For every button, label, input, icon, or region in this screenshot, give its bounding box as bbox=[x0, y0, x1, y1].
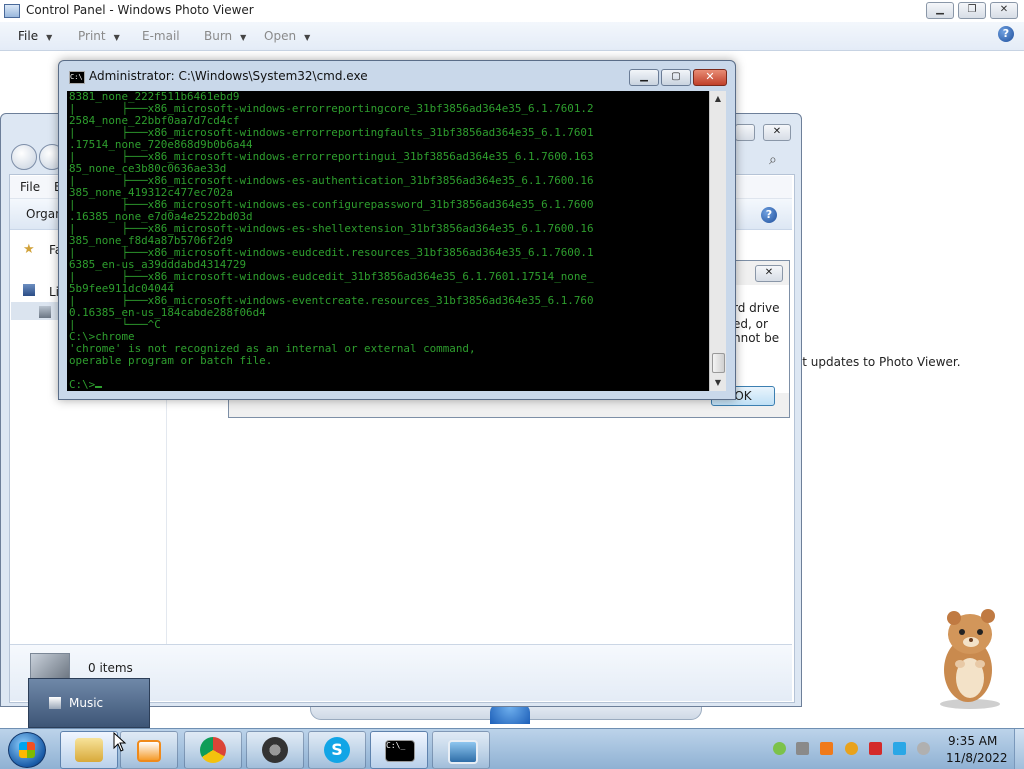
dialog-text-line-2: ed, or bbox=[733, 317, 768, 331]
cmd-close-button[interactable]: ✕ bbox=[693, 69, 727, 86]
back-icon[interactable] bbox=[11, 144, 37, 170]
folder-icon bbox=[75, 738, 103, 762]
menu-print-label: Print bbox=[78, 29, 106, 43]
hamster-gadget-icon bbox=[940, 609, 1000, 709]
clock-date[interactable]: 11/8/2022 bbox=[946, 751, 1008, 765]
music-icon bbox=[49, 697, 61, 709]
music-taskbar-thumbnail[interactable]: Music bbox=[28, 678, 150, 728]
cmd-cursor bbox=[95, 386, 103, 388]
cmd-scrollbar[interactable]: ▲ ▼ bbox=[709, 91, 726, 391]
photo-viewer-app-icon bbox=[4, 4, 20, 18]
explorer-maximize-button[interactable] bbox=[735, 124, 755, 141]
menu-open[interactable]: Open ▼ bbox=[264, 29, 310, 43]
chevron-down-icon: ▼ bbox=[240, 33, 247, 42]
photo-viewer-close-button[interactable]: ✕ bbox=[990, 2, 1018, 19]
photo-viewer-title: Control Panel - Windows Photo Viewer bbox=[26, 3, 254, 17]
explorer-menu-file[interactable]: File bbox=[20, 180, 40, 194]
tray-search-icon[interactable] bbox=[845, 742, 858, 755]
music-thumbnail-label: Music bbox=[69, 696, 104, 710]
film-reel-icon bbox=[262, 737, 288, 763]
taskbar-chrome[interactable] bbox=[184, 731, 242, 769]
cmd-output: 8381_none_222f511b6461ebd9 | ├───x86_mic… bbox=[67, 91, 709, 391]
menu-email[interactable]: E-mail bbox=[142, 29, 180, 43]
start-button[interactable] bbox=[8, 732, 46, 768]
chevron-down-icon: ▼ bbox=[113, 33, 120, 42]
menu-burn[interactable]: Burn ▼ bbox=[204, 29, 246, 43]
menu-burn-label: Burn bbox=[204, 29, 233, 43]
taskbar-movie-maker[interactable] bbox=[246, 731, 304, 769]
cmd-line: C:\> bbox=[69, 378, 96, 391]
chevron-down-icon: ▼ bbox=[46, 33, 53, 42]
show-desktop-button[interactable] bbox=[1014, 729, 1024, 769]
explorer-close-button[interactable]: ✕ bbox=[763, 124, 791, 141]
music-library-icon bbox=[39, 306, 51, 318]
items-count: 0 items bbox=[88, 661, 133, 675]
menu-file[interactable]: File ▼ bbox=[18, 29, 52, 43]
dialog-text-line-1: rd drive bbox=[733, 301, 780, 315]
favorites-star-icon: ★ bbox=[23, 242, 35, 257]
taskbar-skype[interactable]: S bbox=[308, 731, 366, 769]
chrome-icon bbox=[200, 737, 226, 763]
menu-open-label: Open bbox=[264, 29, 297, 43]
tray-settings-icon[interactable] bbox=[796, 742, 809, 755]
taskbar-explorer[interactable] bbox=[60, 731, 118, 769]
tray-display-icon[interactable] bbox=[893, 742, 906, 755]
help-icon[interactable]: ? bbox=[998, 26, 1014, 42]
chevron-down-icon: ▼ bbox=[304, 33, 311, 42]
cmd-app-icon: C:\ bbox=[69, 71, 85, 84]
media-player-icon bbox=[137, 740, 161, 762]
photo-viewer-titlebar[interactable]: Control Panel - Windows Photo Viewer ▁ ❐… bbox=[0, 0, 1024, 22]
scroll-down-icon[interactable]: ▼ bbox=[710, 375, 726, 391]
photo-viewer-maximize-button[interactable]: ❐ bbox=[958, 2, 986, 19]
taskbar: S C:\_ 9:35 AM 11/8/2022 bbox=[0, 728, 1024, 769]
cmd-window: C:\ Administrator: C:\Windows\System32\c… bbox=[58, 60, 736, 400]
menu-email-label: E-mail bbox=[142, 29, 180, 43]
explorer-help-icon[interactable]: ? bbox=[761, 207, 777, 223]
photo-viewer-icon bbox=[448, 740, 478, 764]
taskbar-cmd[interactable]: C:\_ bbox=[370, 731, 428, 769]
tray-volume-icon[interactable] bbox=[917, 742, 930, 755]
menu-file-label: File bbox=[18, 29, 39, 43]
cmd-maximize-button[interactable]: ▢ bbox=[661, 69, 691, 86]
dialog-close-button[interactable]: ✕ bbox=[755, 265, 783, 282]
cmd-minimize-button[interactable]: ▁ bbox=[629, 69, 659, 86]
cmd-icon: C:\_ bbox=[385, 740, 415, 762]
taskbar-media-player[interactable] bbox=[120, 731, 178, 769]
photo-viewer-body-text: st updates to Photo Viewer. bbox=[796, 355, 961, 369]
windows-logo-icon bbox=[19, 742, 35, 758]
search-icon[interactable]: ⌕ bbox=[769, 152, 777, 168]
scroll-up-icon[interactable]: ▲ bbox=[710, 91, 726, 107]
dialog-text-line-3: nnot be bbox=[733, 331, 780, 345]
tray-app-icon[interactable] bbox=[820, 742, 833, 755]
cmd-line: operable program or batch file. bbox=[69, 354, 273, 367]
scrollbar-thumb[interactable] bbox=[712, 353, 725, 373]
clock-time[interactable]: 9:35 AM bbox=[948, 734, 997, 748]
tray-flag-icon[interactable] bbox=[869, 742, 882, 755]
taskbar-photo-viewer[interactable] bbox=[432, 731, 490, 769]
cmd-title: Administrator: C:\Windows\System32\cmd.e… bbox=[89, 69, 368, 83]
photo-viewer-minimize-button[interactable]: ▁ bbox=[926, 2, 954, 19]
cmd-console[interactable]: 8381_none_222f511b6461ebd9 | ├───x86_mic… bbox=[67, 91, 709, 391]
skype-icon: S bbox=[324, 737, 350, 763]
menu-print[interactable]: Print ▼ bbox=[78, 29, 120, 43]
tray-network-icon[interactable] bbox=[773, 742, 786, 755]
mouse-cursor-icon bbox=[113, 732, 127, 752]
libraries-icon bbox=[23, 284, 35, 296]
photo-viewer-menubar: File ▼ Print ▼ E-mail Burn ▼ Open ▼ bbox=[0, 22, 1024, 51]
